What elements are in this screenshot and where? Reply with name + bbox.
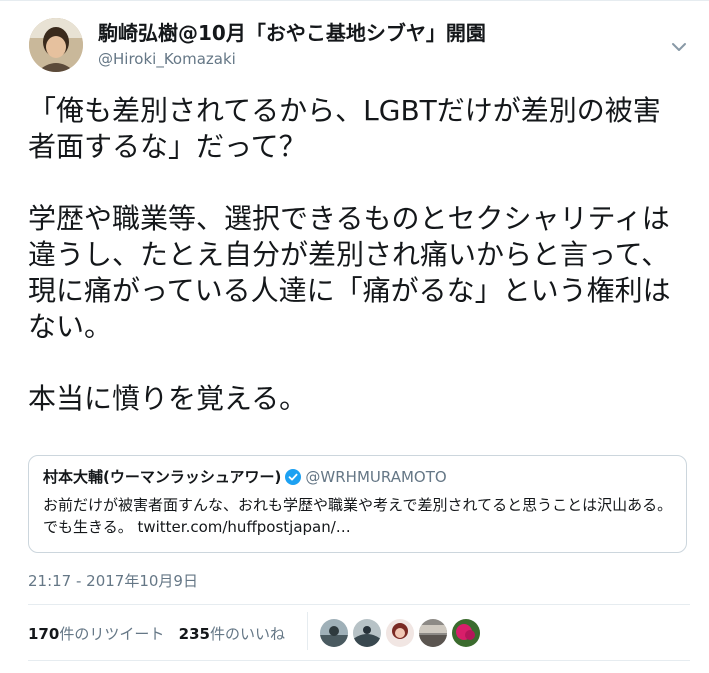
retweet-label: 件のリツイート (59, 625, 165, 643)
author-display-name[interactable]: 駒崎弘樹@10月「おやこ基地シブヤ」開園 (98, 20, 486, 46)
quoted-tweet-text: お前だけが被害者面すんな、おれも学歴や職業や考えで差別されてると思うことは沢山あ… (43, 496, 673, 536)
retweet-count: 170 (28, 625, 60, 643)
tweet-paragraph: 学歴や職業等、選択できるものとセクシャリティは違うし、たとえ自分が差別され痛いか… (28, 202, 671, 343)
quoted-author-name: 村本大輔(ウーマンラッシュアワー) (43, 468, 282, 486)
liker-avatar[interactable] (452, 619, 480, 647)
divider (28, 604, 690, 605)
like-stat[interactable]: 235件のいいね (179, 625, 285, 643)
tweet-paragraph: 本当に憤りを覚える。 (28, 382, 308, 415)
quoted-tweet-header: 村本大輔(ウーマンラッシュアワー) @WRHMURAMOTO (43, 466, 447, 488)
liker-avatar[interactable] (419, 619, 447, 647)
like-count: 235 (178, 625, 210, 643)
liker-avatar[interactable] (353, 619, 381, 647)
retweet-stat[interactable]: 170件のリツイート (28, 625, 164, 643)
liker-avatar[interactable] (320, 619, 348, 647)
liker-avatar[interactable] (386, 619, 414, 647)
verified-badge-icon (285, 469, 302, 485)
avatar-image (29, 18, 83, 72)
tweet-paragraph: 「俺も差別されてるから、LGBTだけが差別の被害者面するな」だって？ (28, 94, 661, 163)
divider (28, 660, 690, 661)
chevron-down-icon[interactable] (668, 36, 690, 58)
tweet-timestamp[interactable]: 21:17 - 2017年10月9日 (28, 570, 198, 591)
tweet-text: 「俺も差別されてるから、LGBTだけが差別の被害者面するな」だって？ 学歴や職業… (28, 93, 688, 417)
tweet-stats: 170件のリツイート 235件のいいね (28, 623, 285, 644)
stats-separator (307, 612, 308, 650)
quoted-author-handle: @WRHMURAMOTO (305, 468, 447, 486)
quoted-tweet-card[interactable]: 村本大輔(ウーマンラッシュアワー) @WRHMURAMOTO お前だけが被害者面す… (28, 455, 687, 553)
author-handle[interactable]: @Hiroki_Komazaki (98, 49, 236, 69)
like-label: 件のいいね (209, 625, 285, 643)
liker-avatars (320, 619, 485, 649)
author-avatar[interactable] (29, 18, 83, 72)
top-border (0, 0, 709, 1)
